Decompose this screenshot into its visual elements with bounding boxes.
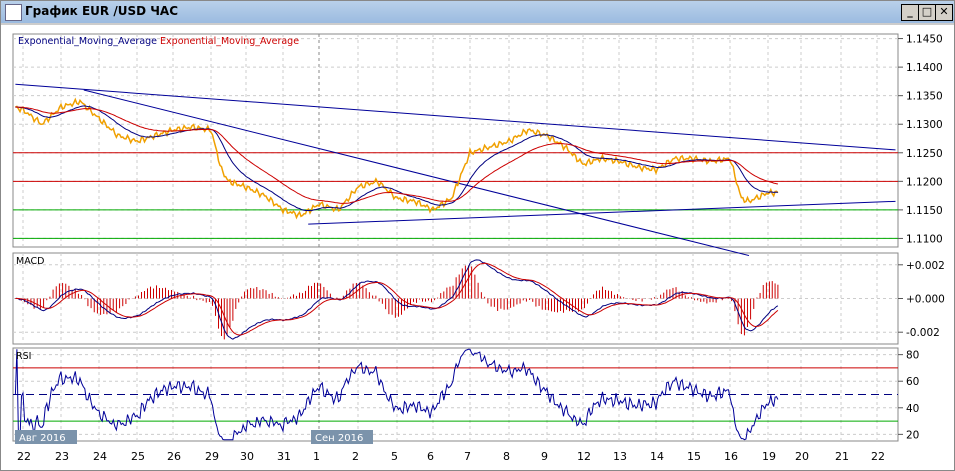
date-label: 20 — [795, 450, 809, 463]
date-label: 13 — [613, 450, 627, 463]
date-label: 16 — [724, 450, 738, 463]
date-label: 1 — [313, 450, 320, 463]
date-label: 30 — [240, 450, 254, 463]
date-label: 31 — [277, 450, 291, 463]
rsi-tick-label: 80 — [906, 350, 919, 362]
date-label: 22 — [871, 450, 885, 463]
macd-tick-label: +0.002 — [906, 260, 945, 272]
date-label: 26 — [167, 450, 181, 463]
date-label: 19 — [762, 450, 776, 463]
close-button[interactable]: ✕ — [935, 4, 953, 21]
chart-app-icon — [5, 4, 22, 21]
month-label: Сен 2016 — [315, 433, 363, 444]
rsi-tick-label: 60 — [906, 376, 919, 388]
title-bar: График EUR /USD ЧАС _ □ ✕ — [1, 1, 954, 25]
rsi-label: RSI — [16, 351, 32, 362]
date-label: 15 — [687, 450, 701, 463]
minimize-button[interactable]: _ — [901, 4, 919, 21]
date-label: 25 — [131, 450, 145, 463]
macd-tick-label: -0.002 — [906, 327, 940, 339]
date-label: 5 — [391, 450, 398, 463]
date-label: 9 — [541, 450, 548, 463]
chart-window: График EUR /USD ЧАС _ □ ✕ 1.1450 1.1400 1.… — [0, 0, 955, 471]
macd-tick-label: +0.000 — [906, 294, 945, 306]
date-label: 14 — [650, 450, 664, 463]
date-label: 23 — [55, 450, 69, 463]
date-label: 12 — [577, 450, 591, 463]
price-tick-label: 1.1350 — [906, 91, 943, 103]
rsi-tick-label: 20 — [906, 429, 919, 441]
window-title: График EUR /USD ЧАС — [25, 4, 179, 18]
legend-ema-slow: Exponential_Moving_Average — [160, 36, 300, 47]
date-label: 24 — [93, 450, 107, 463]
maximize-button[interactable]: □ — [918, 4, 936, 21]
date-label: 2 — [352, 450, 359, 463]
date-label: 7 — [464, 450, 471, 463]
macd-label: MACD — [16, 256, 45, 267]
price-tick-label: 1.1100 — [906, 233, 943, 245]
price-tick-label: 1.1200 — [906, 176, 943, 188]
price-tick-label: 1.1400 — [906, 62, 943, 74]
legend-ema-fast: Exponential_Moving_Average — [18, 36, 158, 47]
price-tick-label: 1.1250 — [906, 148, 943, 160]
date-label: 29 — [205, 450, 219, 463]
price-chart[interactable]: 1.1450 1.1400 1.1350 1.1300 1.1250 1.1200 1.11… — [1, 25, 954, 470]
price-tick-label: 1.1150 — [906, 205, 943, 217]
date-label: 21 — [835, 450, 849, 463]
date-label: 22 — [17, 450, 31, 463]
month-label: Авг 2016 — [19, 433, 66, 444]
rsi-tick-label: 40 — [906, 403, 919, 415]
price-tick-label: 1.1300 — [906, 119, 943, 131]
indicator-legend: Exponential_Moving_Average Exponential_M… — [18, 36, 299, 47]
date-label: 8 — [503, 450, 510, 463]
date-label: 6 — [427, 450, 434, 463]
price-tick-label: 1.1450 — [906, 34, 943, 46]
